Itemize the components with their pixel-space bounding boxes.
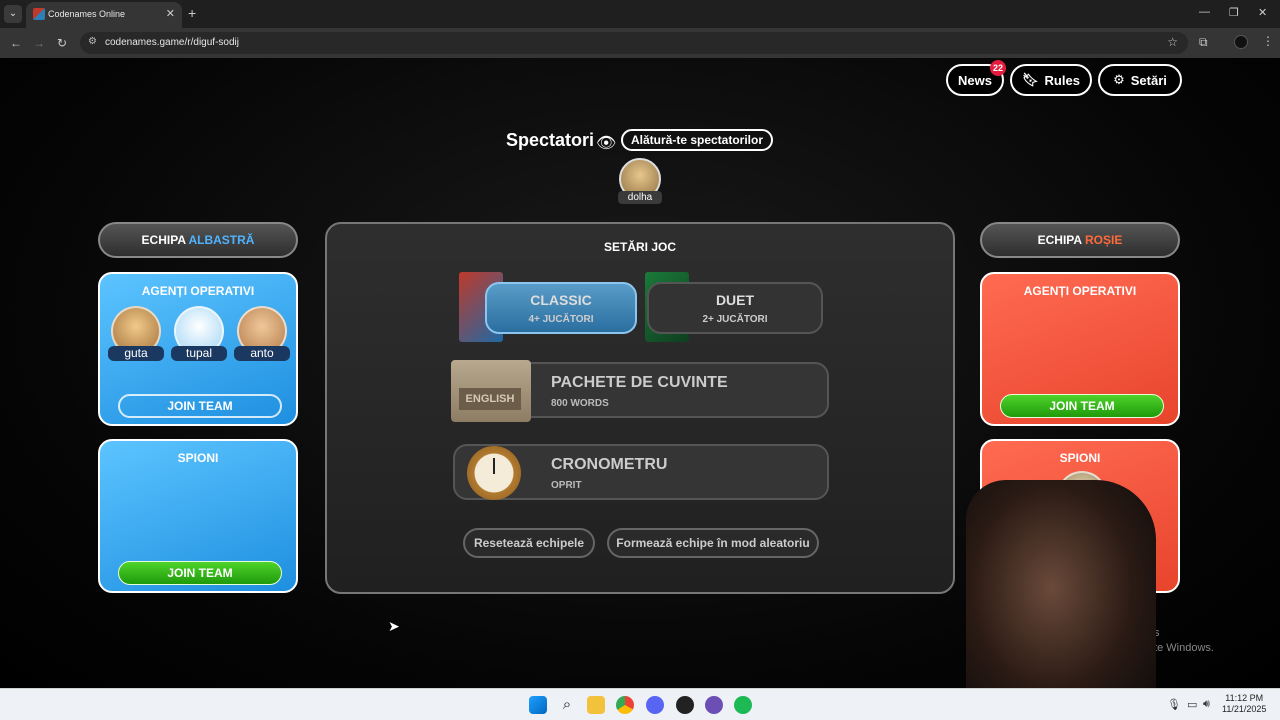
- chrome-icon[interactable]: [616, 696, 634, 714]
- rules-button[interactable]: 🔖︎ Rules: [1010, 64, 1092, 96]
- blue-team-header: ECHIPA ALBASTRĂ: [98, 222, 298, 258]
- reload-icon[interactable]: ↻: [57, 36, 67, 50]
- spymasters-title: SPIONI: [1059, 451, 1101, 465]
- mouse-cursor-icon: ➤: [388, 618, 400, 634]
- news-label: News: [958, 72, 992, 88]
- network-icon[interactable]: ▭: [1187, 698, 1197, 711]
- browser-menu-icon[interactable]: ⋮: [1262, 34, 1274, 48]
- profile-avatar[interactable]: [1234, 35, 1248, 49]
- webcam-overlay: [966, 480, 1156, 720]
- team-color-label: ROȘIE: [1085, 233, 1123, 247]
- browser-toolbar: ← → ↻ ⚙ codenames.game/r/diguf-sodij ☆: [0, 28, 1280, 58]
- forward-icon[interactable]: →: [33, 36, 45, 50]
- search-icon[interactable]: ⌕: [558, 696, 576, 714]
- new-tab-icon[interactable]: +: [188, 5, 196, 21]
- back-icon[interactable]: ←: [10, 36, 22, 50]
- player-name: guta: [108, 346, 164, 361]
- browser-tabbar: ⌄ Codenames Online ✕ + — ❐ ✕: [0, 0, 1280, 28]
- timer-status: OPRIT: [551, 480, 582, 491]
- game-settings-panel: SETĂRI JOC CLASSIC 4+ JUCĂTORI DUET 2+ J…: [325, 222, 955, 594]
- tab-title: Codenames Online: [48, 9, 126, 19]
- news-count-badge: 22: [990, 60, 1006, 76]
- settings-title: SETĂRI JOC: [603, 240, 676, 254]
- word-pack-box-icon: ENGLISH: [451, 360, 531, 422]
- mode-name: CLASSIC: [530, 292, 592, 308]
- window-close-icon[interactable]: ✕: [1258, 6, 1267, 19]
- clock-time: 11:12 PM: [1225, 693, 1264, 703]
- team-label: ECHIPA: [1037, 233, 1082, 247]
- join-blue-spymasters-button[interactable]: JOIN TEAM: [118, 561, 282, 585]
- timer-title: CRONOMETRU: [551, 456, 668, 473]
- settings-label: Setări: [1130, 72, 1167, 88]
- blue-spymasters-card: SPIONI JOIN TEAM: [98, 439, 298, 593]
- volume-icon[interactable]: 🔊︎: [1203, 698, 1210, 711]
- bookmark-icon: 🔖︎: [1022, 72, 1039, 87]
- mode-players: 2+ JUCĂTORI: [702, 314, 768, 325]
- file-explorer-icon[interactable]: [587, 696, 605, 714]
- operatives-title: AGENȚI OPERATIVI: [1023, 284, 1137, 298]
- player-name: anto: [234, 346, 290, 361]
- extensions-icon[interactable]: ⧉: [1199, 35, 1208, 50]
- team-label: ECHIPA: [141, 233, 186, 247]
- obs-icon[interactable]: [676, 696, 694, 714]
- start-icon[interactable]: [529, 696, 547, 714]
- discord-icon[interactable]: [646, 696, 664, 714]
- join-blue-operatives-button[interactable]: JOIN TEAM: [118, 394, 282, 418]
- codenames-favicon-icon: [33, 8, 45, 20]
- list-item: guta: [108, 306, 164, 362]
- spectators-title: Spectatori: [506, 130, 595, 150]
- blue-operatives-card: AGENȚI OPERATIVI guta tupal anto JOIN TE…: [98, 272, 298, 426]
- spymasters-title: SPIONI: [177, 451, 219, 465]
- word-pack-box-label: ENGLISH: [459, 388, 521, 410]
- minimize-icon[interactable]: —: [1199, 6, 1210, 18]
- join-red-operatives-button[interactable]: JOIN TEAM: [1000, 394, 1164, 418]
- team-color-label: ALBASTRĂ: [188, 233, 255, 247]
- site-info-icon[interactable]: ⚙: [88, 36, 97, 47]
- browser-tab[interactable]: Codenames Online ✕: [26, 2, 182, 28]
- windows-taskbar: ⌕ 🎙︎ ▭ 🔊︎ 11:12 PM 11/21/2025: [0, 688, 1280, 720]
- tab-list-chevron-icon[interactable]: ⌄: [4, 5, 22, 23]
- randomize-teams-button[interactable]: Formează echipe în mod aleatoriu: [607, 528, 819, 558]
- address-bar[interactable]: ⚙ codenames.game/r/diguf-sodij ☆: [80, 32, 1188, 54]
- restore-icon[interactable]: ❐: [1229, 6, 1239, 19]
- operatives-title: AGENȚI OPERATIVI: [141, 284, 255, 298]
- mode-classic-button[interactable]: CLASSIC 4+ JUCĂTORI: [485, 282, 637, 334]
- eye-icon: 👁︎: [596, 135, 617, 152]
- word-packs-title: PACHETE DE CUVINTE: [551, 374, 728, 391]
- list-item: anto: [234, 306, 290, 362]
- spotify-icon[interactable]: [734, 696, 752, 714]
- tab-close-icon[interactable]: ✕: [166, 7, 175, 20]
- mode-players: 4+ JUCĂTORI: [528, 314, 594, 325]
- spectator-name: dolha: [618, 191, 662, 204]
- list-item: tupal: [171, 306, 227, 362]
- word-packs-button[interactable]: ENGLISH PACHETE DE CUVINTE 800 WORDS: [451, 360, 829, 422]
- clock-date: 11/21/2025: [1222, 704, 1267, 714]
- timer-button[interactable]: CRONOMETRU OPRIT: [453, 444, 829, 500]
- settings-button[interactable]: ⚙ Setări: [1098, 64, 1182, 96]
- stopwatch-icon: [467, 446, 521, 500]
- gear-icon: ⚙: [1113, 72, 1125, 87]
- bookmark-star-icon[interactable]: ☆: [1167, 35, 1178, 49]
- red-operatives-card: AGENȚI OPERATIVI JOIN TEAM: [980, 272, 1180, 426]
- app-icon[interactable]: [705, 696, 723, 714]
- rules-label: Rules: [1044, 72, 1080, 88]
- microphone-icon[interactable]: 🎙︎: [1167, 698, 1181, 711]
- player-name: tupal: [171, 346, 227, 361]
- url-text: codenames.game/r/diguf-sodij: [105, 37, 239, 48]
- mode-duet-button[interactable]: DUET 2+ JUCĂTORI: [647, 282, 823, 334]
- red-team-header: ECHIPA ROȘIE: [980, 222, 1180, 258]
- word-packs-count: 800 WORDS: [551, 398, 609, 409]
- taskbar-clock[interactable]: 11:12 PM 11/21/2025: [1222, 693, 1266, 715]
- mode-name: DUET: [715, 292, 755, 308]
- news-button[interactable]: News 22: [946, 60, 1006, 96]
- reset-teams-button[interactable]: Resetează echipele: [463, 528, 595, 558]
- join-spectators-button[interactable]: Alătură-te spectatorilor: [621, 129, 773, 151]
